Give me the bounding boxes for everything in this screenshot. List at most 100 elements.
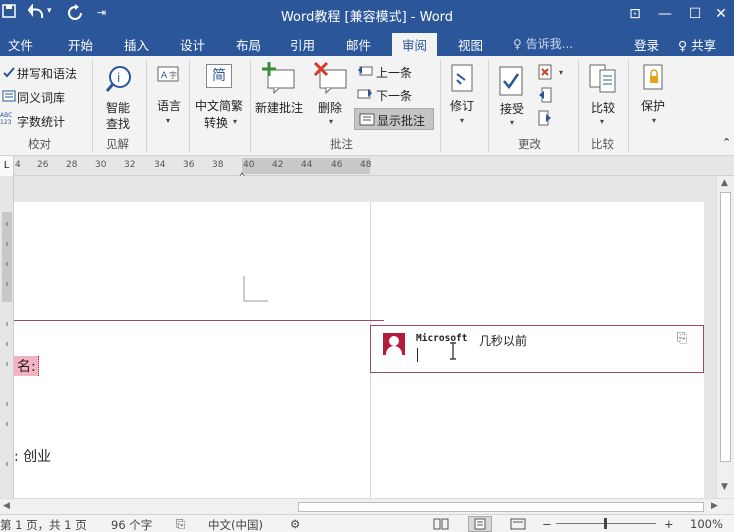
group-separator (92, 60, 93, 152)
minimize-icon[interactable]: — (652, 2, 678, 26)
chinese-conversion-button-line1[interactable]: 中文简繁 (195, 97, 243, 114)
close-icon[interactable]: ✕ (708, 2, 734, 26)
ruler-tick: 46 (331, 160, 343, 170)
previous-change-icon[interactable] (538, 87, 552, 106)
protect-button[interactable]: 保护 (641, 97, 665, 114)
ruler-tick: 34 (154, 160, 166, 170)
status-page-count[interactable]: 第 1 页，共 1 页 (0, 517, 87, 532)
spelling-grammar-button[interactable]: 拼写和语法 (17, 65, 77, 82)
ruler-tick: 32 (124, 160, 136, 170)
horizontal-scrollbar-thumb[interactable] (298, 502, 704, 512)
show-comments-button[interactable]: 显示批注 (377, 112, 425, 129)
zoom-level[interactable]: 100% (690, 517, 723, 531)
group-separator (250, 60, 251, 152)
new-comment-button[interactable]: 新建批注 (255, 99, 303, 116)
ribbon-review: 拼写和语法 同义词库 ABC 123 字数统计 校对 i 智能 查找 见解 A字… (0, 56, 734, 156)
login-link[interactable]: 登录 (634, 35, 659, 54)
vertical-scrollbar[interactable]: ▲ ▼ (716, 176, 734, 498)
thesaurus-button[interactable]: 同义词库 (17, 89, 65, 106)
scroll-left-icon[interactable]: ◀ (3, 501, 10, 511)
accept-caret[interactable]: ▾ (510, 118, 514, 127)
tab-view[interactable]: 视图 (458, 35, 483, 54)
delete-comment-button[interactable]: 删除 (318, 99, 342, 116)
document-text-name[interactable]: 名: (14, 356, 39, 376)
ruler-tick: 44 (301, 160, 313, 170)
horizontal-scrollbar[interactable]: ◀ ▶ (0, 498, 734, 514)
tab-home[interactable]: 开始 (68, 35, 93, 54)
track-changes-button[interactable]: 修订 (450, 97, 474, 114)
group-separator (189, 60, 190, 152)
ruler-tick: 42 (272, 160, 284, 170)
chinese-conversion-button-line2[interactable]: 转换 (204, 114, 228, 131)
next-change-icon[interactable] (538, 110, 552, 129)
group-label-changes: 更改 (518, 137, 541, 151)
track-changes-icon (449, 64, 475, 95)
web-layout-icon[interactable] (510, 518, 526, 532)
smart-lookup-button-line1[interactable]: 智能 (106, 99, 130, 116)
tab-selector-icon[interactable]: L (0, 156, 14, 176)
protect-icon (642, 64, 664, 93)
maximize-icon[interactable]: ☐ (682, 2, 708, 26)
tab-design[interactable]: 设计 (180, 35, 205, 54)
language-button[interactable]: 语言 (157, 97, 181, 114)
tab-insert[interactable]: 插入 (124, 35, 149, 54)
compare-button[interactable]: 比较 (591, 99, 615, 116)
tab-review[interactable]: 审阅 (392, 33, 438, 56)
vertical-ruler (0, 176, 14, 498)
svg-text:字: 字 (169, 70, 177, 80)
compare-caret[interactable]: ▾ (600, 117, 604, 126)
proofing-status-icon[interactable]: ⎘ (176, 517, 185, 532)
comment-balloon[interactable]: Microsoft 几秒以前 ⎘ (370, 325, 704, 373)
scroll-up-icon[interactable]: ▲ (721, 178, 728, 188)
collapse-ribbon-icon[interactable]: ⌃ (722, 136, 731, 149)
smart-lookup-button-line2[interactable]: 查找 (106, 115, 130, 132)
margin-corner-mark (243, 276, 268, 302)
status-word-count[interactable]: 96 个字 (111, 517, 152, 532)
scroll-right-icon[interactable]: ▶ (711, 501, 718, 511)
read-mode-icon[interactable] (433, 518, 449, 532)
reject-caret[interactable]: ▾ (559, 68, 563, 77)
document-text-startup[interactable]: : 创业 (14, 446, 51, 466)
language-caret[interactable]: ▾ (166, 116, 170, 125)
delete-comment-caret[interactable]: ▾ (329, 117, 333, 126)
comment-author: Microsoft (416, 333, 468, 344)
share-button[interactable]: ♀ 共享 (678, 35, 716, 54)
group-separator (628, 60, 629, 152)
word-count-button[interactable]: 字数统计 (17, 113, 65, 130)
svg-text:i: i (117, 71, 120, 85)
reject-icon[interactable] (538, 64, 552, 83)
delete-comment-icon (313, 61, 348, 97)
accept-button[interactable]: 接受 (500, 100, 524, 117)
print-layout-icon[interactable] (468, 516, 492, 532)
track-changes-caret[interactable]: ▾ (460, 116, 464, 125)
comment-text-cursor[interactable] (417, 348, 418, 362)
tab-layout[interactable]: 布局 (236, 35, 261, 54)
tab-file[interactable]: 文件 (8, 35, 33, 54)
title-bar: ▾ ⇥ Word教程 [兼容模式] - Word ⊡ — ☐ ✕ (0, 0, 734, 30)
tab-references[interactable]: 引用 (290, 35, 315, 54)
ruler-tick: 28 (66, 160, 78, 170)
zoom-slider-thumb[interactable] (604, 518, 607, 529)
scrollbar-thumb[interactable] (720, 192, 731, 462)
group-label-proofing: 校对 (28, 137, 51, 151)
ruler-tick: 48 (360, 160, 372, 170)
chinese-conversion-caret[interactable]: ▾ (233, 117, 237, 126)
tell-me-search[interactable]: ♀ 告诉我... (513, 35, 573, 52)
comment-reply-icon[interactable]: ⎘ (677, 331, 687, 346)
chinese-conversion-icon: 简 (206, 64, 232, 88)
status-language[interactable]: 中文(中国) (208, 517, 263, 532)
previous-comment-button[interactable]: 上一条 (376, 64, 412, 81)
word-count-icon: ABC 123 (0, 112, 13, 126)
zoom-in-button[interactable]: + (664, 517, 674, 531)
ribbon-display-options-icon[interactable]: ⊡ (622, 2, 648, 26)
mouse-ibeam-cursor-icon (449, 342, 457, 363)
tab-mailings[interactable]: 邮件 (346, 35, 371, 54)
spelling-icon (2, 65, 16, 82)
next-comment-button[interactable]: 下一条 (376, 87, 412, 104)
protect-caret[interactable]: ▾ (652, 116, 656, 125)
next-comment-icon (357, 87, 373, 104)
macro-status-icon[interactable]: ⚙ (290, 517, 300, 531)
zoom-out-button[interactable]: − (542, 517, 552, 531)
comment-time: 几秒以前 (479, 334, 528, 348)
scroll-down-icon[interactable]: ▼ (721, 482, 728, 492)
